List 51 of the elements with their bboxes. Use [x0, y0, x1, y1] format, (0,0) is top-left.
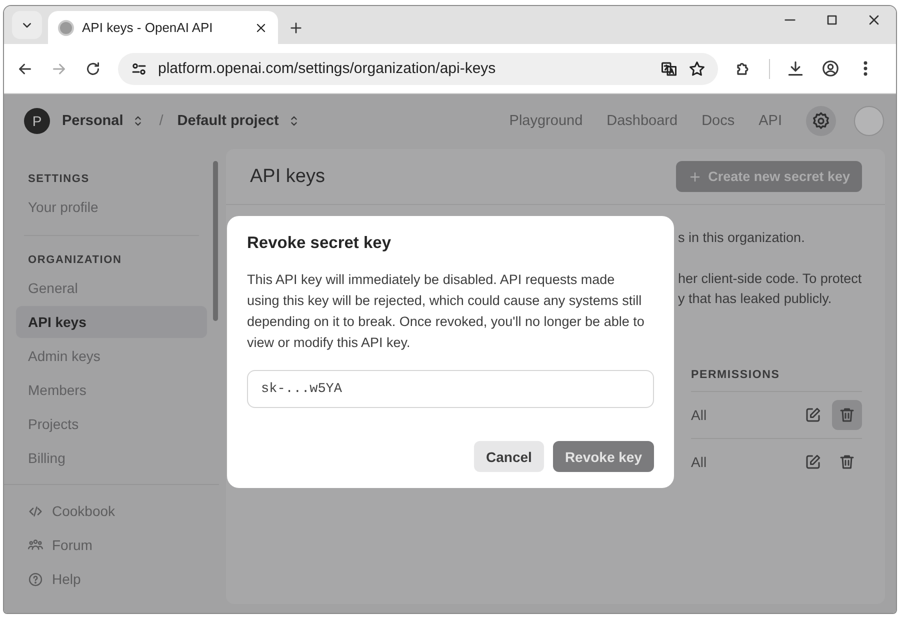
- sidebar-item[interactable]: Admin keys: [16, 340, 207, 372]
- help-icon: [28, 572, 43, 586]
- address-bar[interactable]: platform.openai.com/settings/organization/api-keys: [118, 52, 718, 84]
- create-key-button[interactable]: Create new secret key: [676, 161, 862, 192]
- sidebar-item[interactable]: General: [16, 272, 207, 304]
- organization-switcher[interactable]: Personal: [62, 112, 124, 128]
- sidebar-link[interactable]: Cookbook: [52, 503, 116, 519]
- translate-icon[interactable]: [660, 60, 678, 78]
- url-text: platform.openai.com/settings/organization/api-keys: [158, 60, 497, 77]
- dialog-message: This API key will immediately be disabled. API requests made using this key will be rejected, which could cause any systems still depending on it to break. Once revoked, you'll no longer be able to view or modify this API key.: [247, 271, 646, 352]
- scrollbar-thumb[interactable]: [213, 161, 218, 321]
- organization-avatar: P: [24, 108, 50, 134]
- revoke-key-button[interactable]: Revoke key: [552, 441, 654, 472]
- favicon-icon: [58, 20, 74, 36]
- new-tab-plus-icon[interactable]: [288, 20, 304, 36]
- page-title: API keys: [250, 166, 325, 188]
- dialog-title: Revoke secret key: [247, 234, 392, 253]
- nav-link[interactable]: Docs: [702, 112, 735, 128]
- description-text: her client-side code. To protect: [678, 270, 863, 288]
- star-icon[interactable]: [688, 60, 706, 78]
- section-heading: ORGANIZATION: [27, 253, 123, 268]
- description-text: y that has leaked publicly.: [678, 290, 833, 308]
- cancel-button[interactable]: Cancel: [474, 441, 544, 472]
- tab-title: API keys - OpenAI API: [82, 20, 214, 35]
- sidebar-link[interactable]: Forum: [52, 537, 92, 553]
- plus-icon: [688, 170, 702, 184]
- code-icon: [28, 504, 43, 518]
- download-icon[interactable]: [786, 59, 805, 78]
- nav-link[interactable]: Playground: [509, 112, 583, 128]
- project-switcher[interactable]: Default project: [177, 112, 279, 128]
- nav-link[interactable]: Dashboard: [606, 112, 678, 128]
- key-field[interactable]: sk-...w5YA: [247, 370, 654, 408]
- sidebar-item[interactable]: Your profile: [16, 191, 207, 223]
- breadcrumb-separator: /: [159, 112, 164, 128]
- table-cell-text: All: [691, 407, 708, 423]
- column-header: PERMISSIONS: [691, 369, 862, 392]
- settings-icon[interactable]: [806, 106, 836, 136]
- reload-icon[interactable]: [84, 60, 102, 78]
- sidebar-item[interactable]: Members: [16, 374, 207, 406]
- people-icon: [28, 538, 43, 552]
- sidebar-item[interactable]: Projects: [16, 408, 207, 440]
- nav-link[interactable]: API: [758, 112, 782, 128]
- sidebar-link[interactable]: Help: [52, 571, 81, 587]
- browser-tab[interactable]: API keys - OpenAI API: [48, 11, 278, 44]
- section-heading: SETTINGS: [27, 172, 90, 187]
- table-cell-text: All: [691, 454, 708, 470]
- description-text: s in this organization.: [678, 230, 806, 245]
- account-icon[interactable]: [821, 59, 840, 78]
- sidebar-item[interactable]: Billing: [16, 442, 207, 474]
- sidebar-item[interactable]: API keys: [16, 306, 207, 338]
- delete-icon[interactable]: [832, 400, 862, 430]
